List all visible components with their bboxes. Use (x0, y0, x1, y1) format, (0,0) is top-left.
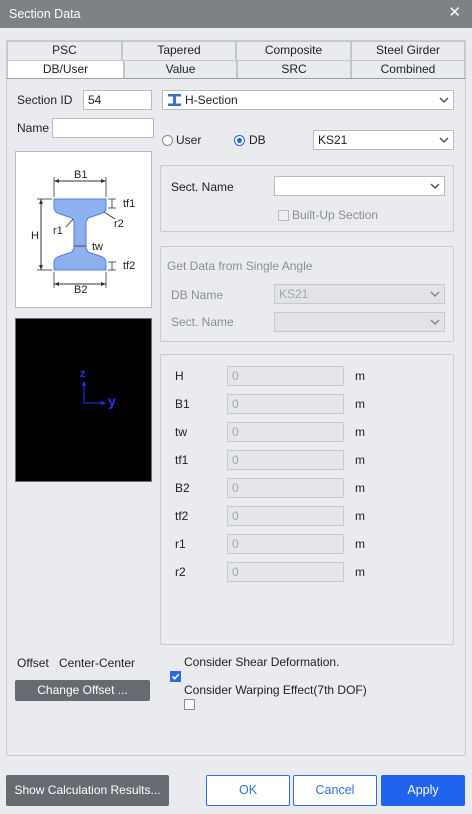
dim-unit: m (355, 369, 365, 383)
diagram-label-tw: tw (92, 241, 103, 253)
section-type-value: H-Section (185, 93, 238, 107)
h-section-icon (168, 94, 181, 106)
show-calculation-button[interactable]: Show Calculation Results... (6, 775, 169, 806)
db-select-value: KS21 (318, 133, 348, 147)
name-input[interactable] (52, 118, 154, 138)
tab-psc[interactable]: PSC (7, 41, 122, 60)
apply-button[interactable]: Apply (381, 775, 465, 806)
dim-input[interactable]: 0 (227, 394, 344, 414)
dim-input[interactable]: 0 (227, 366, 344, 386)
dim-label: tf2 (175, 509, 189, 523)
dim-input[interactable]: 0 (227, 478, 344, 498)
tab-steel-girder[interactable]: Steel Girder (351, 41, 465, 60)
shear-label: Consider Shear Deformation. (184, 655, 340, 669)
db-name-label: DB Name (171, 288, 224, 302)
section-preview: z y (15, 318, 152, 482)
db-radio[interactable] (234, 135, 245, 146)
dim-label: B1 (175, 397, 190, 411)
diagram-label-r2: r2 (114, 218, 124, 230)
shear-checkbox[interactable] (170, 671, 181, 682)
angle-sect-name-select[interactable] (274, 312, 445, 332)
cancel-button[interactable]: Cancel (293, 775, 377, 806)
dim-unit: m (355, 425, 365, 439)
section-diagram: B1 B2 H tf1 tf2 r1 r2 tw (15, 151, 152, 308)
user-radio-label: User (176, 133, 202, 147)
warping-checkbox[interactable] (184, 699, 196, 710)
dim-unit: m (355, 565, 365, 579)
dim-label: r2 (175, 565, 186, 579)
dim-unit: m (355, 453, 365, 467)
dim-unit: m (355, 397, 365, 411)
db-name-select[interactable]: KS21 (274, 284, 445, 304)
diagram-label-tf1: tf1 (123, 198, 136, 210)
tab-src[interactable]: SRC (237, 60, 351, 79)
window-title: Section Data (9, 7, 81, 21)
chevron-down-icon (439, 134, 449, 144)
tab-composite[interactable]: Composite (236, 41, 351, 60)
change-offset-button[interactable]: Change Offset ... (15, 680, 150, 701)
dim-input[interactable]: 0 (227, 506, 344, 526)
axis-y-label: y (108, 393, 116, 409)
tab-tapered[interactable]: Tapered (122, 41, 236, 60)
angle-sect-name-label: Sect. Name (171, 315, 234, 329)
db-name-value: KS21 (279, 287, 309, 301)
diagram-label-b2: B2 (74, 284, 88, 296)
dim-unit: m (355, 537, 365, 551)
chevron-down-icon (430, 180, 440, 190)
dim-label: H (175, 369, 184, 383)
builtup-label: Built-Up Section (292, 208, 379, 222)
builtup-checkbox[interactable] (278, 210, 289, 221)
ok-button[interactable]: OK (206, 775, 290, 806)
dim-label: tf1 (175, 453, 189, 467)
diagram-label-h: H (31, 230, 39, 242)
title-bar: Section Data ✕ (0, 0, 472, 28)
tab-db-user[interactable]: DB/User (7, 60, 124, 79)
dim-unit: m (355, 481, 365, 495)
tab-divider (6, 78, 466, 79)
name-label: Name (17, 121, 50, 135)
offset-label: Offset (17, 656, 49, 670)
section-id-label: Section ID (17, 93, 73, 107)
single-angle-title: Get Data from Single Angle (167, 259, 313, 273)
dim-label: B2 (175, 481, 190, 495)
section-type-select[interactable]: H-Section (162, 90, 454, 110)
tab-value[interactable]: Value (124, 60, 237, 79)
dim-unit: m (355, 509, 365, 523)
user-radio[interactable] (162, 135, 173, 146)
offset-value: Center-Center (59, 656, 136, 670)
dim-label: r1 (175, 537, 186, 551)
close-icon[interactable]: ✕ (448, 5, 461, 21)
diagram-label-b1: B1 (74, 169, 88, 181)
chevron-down-icon (430, 288, 440, 298)
sect-name-label: Sect. Name (171, 180, 234, 194)
chevron-down-icon (430, 316, 440, 326)
diagram-label-tf2: tf2 (123, 260, 136, 272)
section-id-input[interactable]: 54 (83, 90, 152, 110)
sect-name-select[interactable] (274, 176, 445, 196)
dim-label: tw (175, 425, 187, 439)
dim-input[interactable]: 0 (227, 422, 344, 442)
db-radio-label: DB (249, 133, 266, 147)
db-select[interactable]: KS21 (313, 130, 454, 150)
tab-combined[interactable]: Combined (351, 60, 465, 79)
dim-input[interactable]: 0 (227, 534, 344, 554)
warping-label: Consider Warping Effect(7th DOF) (184, 683, 367, 697)
chevron-down-icon (439, 94, 449, 104)
diagram-label-r1: r1 (53, 225, 63, 237)
dim-input[interactable]: 0 (227, 562, 344, 582)
dim-input[interactable]: 0 (227, 450, 344, 470)
axis-z-label: z (80, 368, 86, 380)
